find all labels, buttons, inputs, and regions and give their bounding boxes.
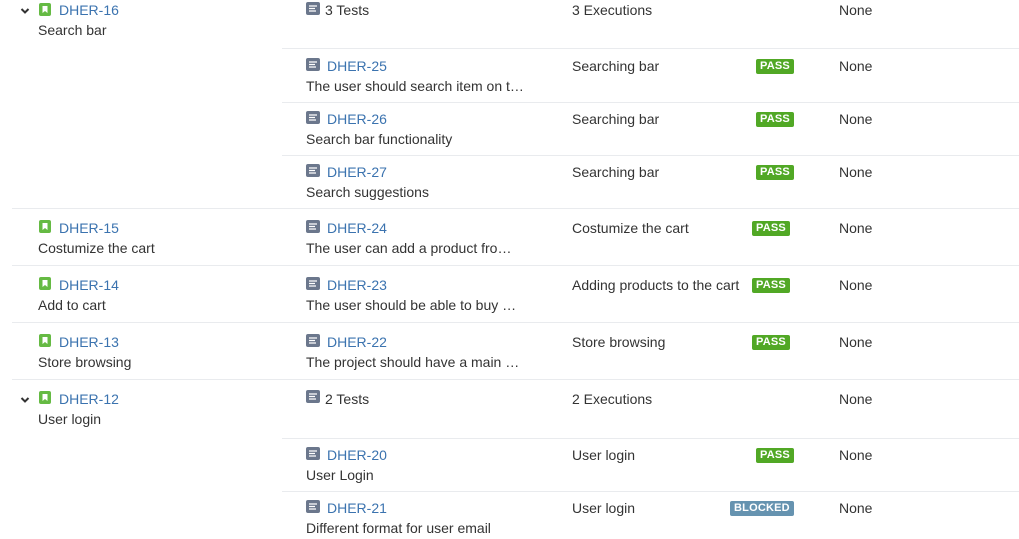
test-icon [306, 58, 320, 71]
story-key[interactable]: DHER-14 [59, 277, 119, 293]
defects-value: None [839, 164, 873, 180]
status-badge: PASS [756, 165, 794, 180]
test-summary: Search suggestions [306, 184, 429, 200]
story-icon [39, 334, 51, 347]
test-key[interactable]: DHER-23 [327, 277, 387, 293]
test-summary: The user can add a product from the cata… [306, 240, 514, 256]
defects-value: None [839, 277, 873, 293]
test-key[interactable]: DHER-20 [327, 447, 387, 463]
defects-value: None [839, 500, 873, 516]
test-icon [306, 164, 320, 177]
chevron-down-icon[interactable] [20, 6, 30, 16]
story-key[interactable]: DHER-13 [59, 334, 119, 350]
defects-value: None [839, 58, 873, 74]
story-icon [39, 391, 51, 404]
story-icon [39, 3, 51, 16]
defects-value: None [839, 334, 873, 350]
test-icon [306, 500, 320, 513]
test-icon [306, 111, 320, 124]
test-key[interactable]: DHER-27 [327, 164, 387, 180]
executions-count: 3 Executions [572, 2, 653, 18]
status-badge: PASS [756, 112, 794, 127]
tests-count: 2 Tests [325, 391, 370, 407]
status-badge: PASS [756, 59, 794, 74]
defects-value: None [839, 111, 873, 127]
test-icon [306, 277, 320, 290]
test-key[interactable]: DHER-26 [327, 111, 387, 127]
defects-value: None [839, 2, 873, 18]
test-summary: The project should have a main store pag… [306, 354, 520, 370]
chevron-down-icon[interactable] [20, 395, 30, 405]
execution-name[interactable]: Searching bar [572, 164, 659, 180]
test-summary: Different format for user email [306, 520, 491, 536]
execution-name[interactable]: Adding products to the cart [572, 277, 739, 293]
status-badge: PASS [756, 448, 794, 463]
defects-value: None [839, 391, 873, 407]
defects-value: None [839, 220, 873, 236]
execution-name[interactable]: Searching bar [572, 58, 659, 74]
story-icon [39, 277, 51, 290]
status-badge: PASS [752, 278, 790, 293]
executions-count: 2 Executions [572, 391, 653, 407]
tests-count: 3 Tests [325, 2, 370, 18]
status-badge: BLOCKED [730, 501, 794, 516]
story-title: Costumize the cart [38, 240, 155, 256]
test-key[interactable]: DHER-24 [327, 220, 387, 236]
story-icon [39, 220, 51, 233]
story-title: Search bar [38, 22, 107, 38]
test-key[interactable]: DHER-25 [327, 58, 387, 74]
defects-value: None [839, 447, 873, 463]
story-key[interactable]: DHER-16 [59, 2, 119, 18]
test-icon [306, 220, 320, 233]
test-key[interactable]: DHER-22 [327, 334, 387, 350]
execution-name[interactable]: User login [572, 447, 635, 463]
test-icon [306, 390, 320, 403]
story-key[interactable]: DHER-15 [59, 220, 119, 236]
status-badge: PASS [752, 335, 790, 350]
story-title: Add to cart [38, 297, 106, 313]
test-key[interactable]: DHER-21 [327, 500, 387, 516]
test-summary: The user should be able to buy products [306, 297, 518, 313]
story-key[interactable]: DHER-12 [59, 391, 119, 407]
story-title: User login [38, 411, 102, 427]
test-icon [306, 447, 320, 460]
story-title: Store browsing [38, 354, 132, 370]
execution-name[interactable]: Costumize the cart [572, 220, 689, 236]
execution-name[interactable]: Store browsing [572, 334, 665, 350]
test-summary: The user should search item on the searc… [306, 78, 528, 94]
test-summary: Search bar functionality [306, 131, 453, 147]
test-summary: User Login [306, 467, 374, 483]
status-badge: PASS [752, 221, 790, 236]
execution-name[interactable]: User login [572, 500, 635, 516]
execution-name[interactable]: Searching bar [572, 111, 659, 127]
test-icon [306, 334, 320, 347]
test-icon [306, 2, 320, 15]
